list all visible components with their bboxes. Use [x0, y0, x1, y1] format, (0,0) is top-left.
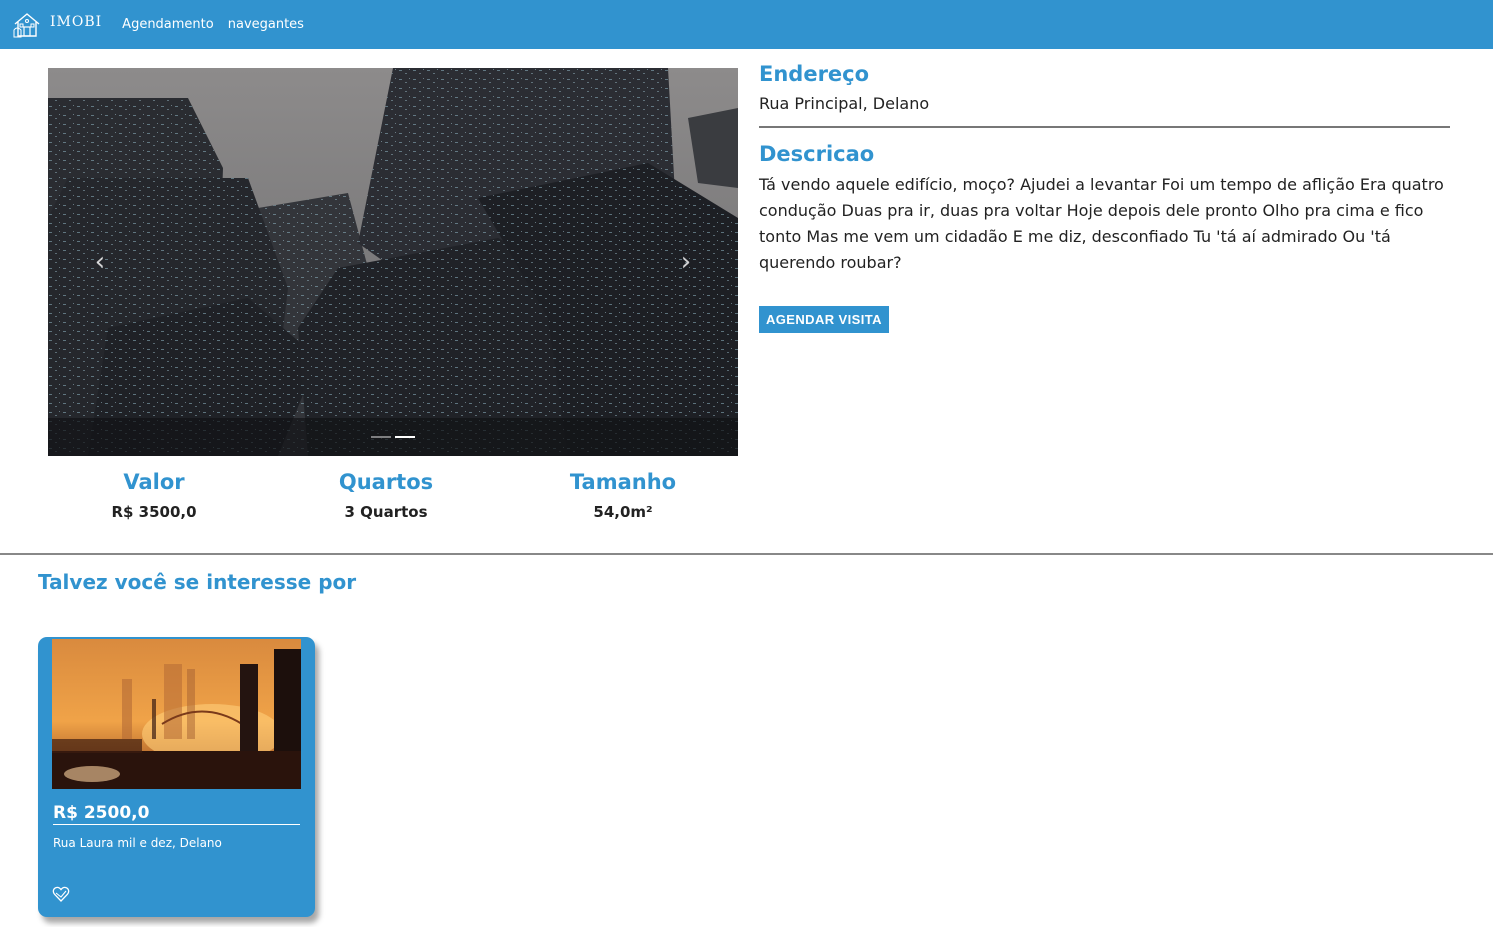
card-price: R$ 2500,0 [53, 803, 300, 825]
carousel-indicators [48, 436, 738, 438]
chevron-right-icon: › [680, 247, 692, 277]
property-stats: Valor R$ 3500,0 Quartos 3 Quartos Tamanh… [48, 470, 738, 521]
chevron-left-icon: ‹ [94, 247, 106, 277]
address-text: Rua Principal, Delano [759, 94, 930, 113]
recommendations-title: Talvez você se interesse por [38, 570, 357, 594]
navbar: IMOBI Agendamento navegantes [0, 0, 1493, 49]
carousel-indicator-active[interactable] [395, 436, 415, 438]
carousel-prev-button[interactable]: ‹ [48, 68, 152, 456]
stat-quartos: Quartos 3 Quartos [271, 470, 501, 521]
stat-label: Valor [123, 470, 185, 494]
property-card[interactable]: R$ 2500,0 Rua Laura mil e dez, Delano [38, 637, 315, 917]
details-divider [759, 126, 1450, 128]
stat-valor: Valor R$ 3500,0 [39, 470, 269, 521]
schedule-visit-button[interactable]: AGENDAR VISITA [759, 306, 889, 333]
brand-text: IMOBI [50, 13, 103, 30]
description-text: Tá vendo aquele edifício, moço? Ajudei a… [759, 175, 1444, 272]
stat-value: 3 Quartos [344, 503, 428, 521]
nav-link-agendamento[interactable]: Agendamento [122, 17, 214, 32]
stat-value: 54,0m² [593, 503, 653, 521]
stat-label: Quartos [338, 470, 434, 494]
section-divider [0, 553, 1493, 555]
stat-value: R$ 3500,0 [111, 503, 197, 521]
stat-tamanho: Tamanho 54,0m² [508, 470, 738, 521]
card-address: Rua Laura mil e dez, Delano [53, 836, 222, 850]
property-image-carousel: ‹ › [48, 68, 738, 456]
property-details: Endereço Rua Principal, Delano Descricao… [759, 62, 1450, 333]
property-card-image [52, 639, 301, 789]
stat-label: Tamanho [569, 470, 677, 494]
description-title: Descricao [759, 142, 875, 166]
heart-outline-icon[interactable] [52, 885, 70, 903]
carousel-next-button[interactable]: › [634, 68, 738, 456]
brand-logo[interactable]: IMOBI [12, 10, 102, 40]
carousel-indicator[interactable] [371, 436, 391, 438]
address-title: Endereço [759, 62, 870, 86]
nav-link-navegantes[interactable]: navegantes [228, 17, 304, 32]
house-logo-icon [13, 12, 40, 37]
